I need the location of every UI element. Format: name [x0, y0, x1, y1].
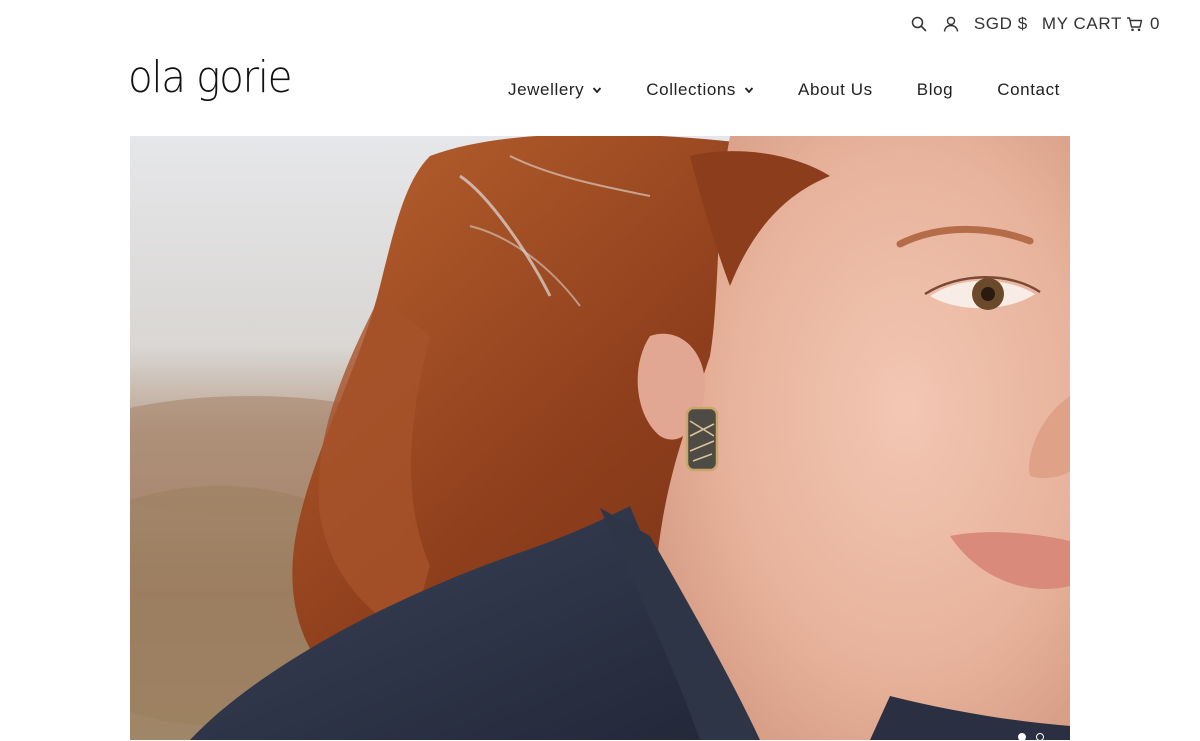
nav-item-label: Contact	[997, 80, 1060, 99]
main-nav: Jewellery Collections About Us Blog Cont…	[508, 80, 1060, 100]
nav-item-label: Collections	[646, 80, 737, 99]
nav-item-collections[interactable]: Collections	[646, 80, 754, 100]
cart-count: 0	[1149, 14, 1160, 33]
cart-link[interactable]: MY CART 0	[1042, 14, 1160, 34]
currency-selector[interactable]: SGD $	[974, 14, 1028, 34]
nav-item-jewellery[interactable]: Jewellery	[508, 80, 602, 100]
nav-item-about-us[interactable]: About Us	[798, 80, 873, 100]
utility-bar: SGD $ MY CART 0	[910, 12, 1160, 36]
hero-image	[130, 136, 1070, 740]
nav-item-label: About Us	[798, 80, 873, 99]
logo[interactable]: ola gorie	[128, 56, 293, 100]
nav-item-contact[interactable]: Contact	[997, 80, 1060, 100]
hero-banner[interactable]	[130, 136, 1070, 740]
cart-label: MY CART	[1041, 14, 1122, 33]
nav-item-label: Jewellery	[508, 80, 585, 99]
chevron-down-icon	[744, 85, 754, 95]
account-icon[interactable]	[942, 15, 960, 33]
search-icon[interactable]	[910, 15, 928, 33]
nav-item-blog[interactable]: Blog	[917, 80, 953, 100]
cart-icon	[1126, 15, 1144, 33]
nav-item-label: Blog	[916, 80, 954, 99]
chevron-down-icon	[592, 85, 602, 95]
